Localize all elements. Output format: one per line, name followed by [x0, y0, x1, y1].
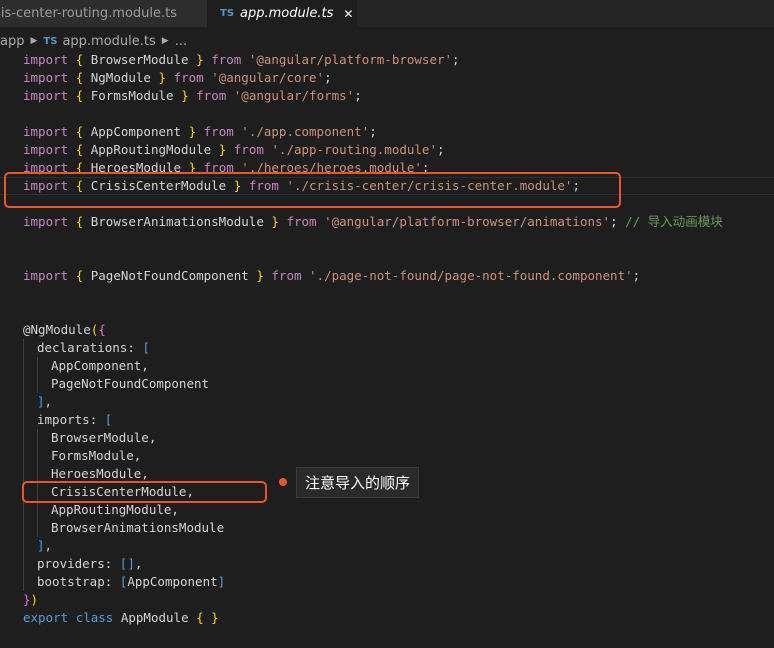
code-line: import { BrowserAnimationsModule } from … — [23, 214, 723, 229]
code-line: imports: [ — [37, 412, 113, 427]
code-line: providers: [], — [37, 556, 143, 571]
tab-bar: risis-center-routing.module.ts TS app.mo… — [0, 0, 774, 27]
breadcrumb-file[interactable]: app.module.ts — [62, 34, 155, 49]
code-line: import { NgModule } from '@angular/core'… — [23, 70, 332, 85]
chevron-right-icon: ▶ — [161, 36, 169, 46]
tab-label: risis-center-routing.module.ts — [0, 6, 177, 21]
code-line: }) — [23, 592, 39, 607]
code-line: import { AppRoutingModule } from './app-… — [23, 142, 445, 157]
tab-app-module[interactable]: TS app.module.ts ✕ — [207, 0, 357, 27]
breadcrumb: app ▶ TS app.module.ts ▶ ... — [0, 30, 187, 52]
code-line: import { BrowserModule } from '@angular/… — [23, 52, 460, 67]
highlight-box-import — [4, 172, 621, 208]
close-icon[interactable]: ✕ — [343, 7, 353, 21]
code-line: BrowserAnimationsModule — [51, 520, 225, 535]
code-line: import { AppComponent } from './app.comp… — [23, 124, 377, 139]
breadcrumb-folder[interactable]: app — [0, 34, 24, 49]
code-line: PageNotFoundComponent — [51, 376, 210, 391]
chevron-right-icon: ▶ — [30, 36, 38, 46]
tab-label: app.module.ts — [240, 6, 334, 21]
code-line: import { PageNotFoundComponent } from '.… — [23, 268, 641, 283]
code-line: BrowserModule, — [51, 430, 157, 445]
tab-crisis-center-routing[interactable]: risis-center-routing.module.ts — [0, 0, 207, 27]
callout-dot — [279, 478, 287, 486]
code-line: FormsModule, — [51, 448, 142, 463]
indent-guide — [23, 339, 24, 591]
highlight-box-crisis-center-module — [22, 481, 267, 503]
indent-guide — [37, 357, 38, 393]
annotation-callout: 注意导入的顺序 — [296, 467, 420, 498]
typescript-icon: TS — [43, 35, 58, 47]
breadcrumb-more[interactable]: ... — [175, 34, 187, 49]
code-line: export class AppModule { } — [23, 610, 219, 625]
code-line: import { FormsModule } from '@angular/fo… — [23, 88, 362, 103]
code-line: ], — [37, 394, 53, 409]
code-line: bootstrap: [AppComponent] — [37, 574, 226, 589]
code-line: AppComponent, — [51, 358, 149, 373]
code-line: AppRoutingModule, — [51, 502, 179, 517]
code-line: @NgModule({ — [23, 322, 106, 337]
typescript-icon: TS — [220, 8, 235, 19]
code-line: ], — [37, 538, 53, 553]
code-line: declarations: [ — [37, 340, 150, 355]
